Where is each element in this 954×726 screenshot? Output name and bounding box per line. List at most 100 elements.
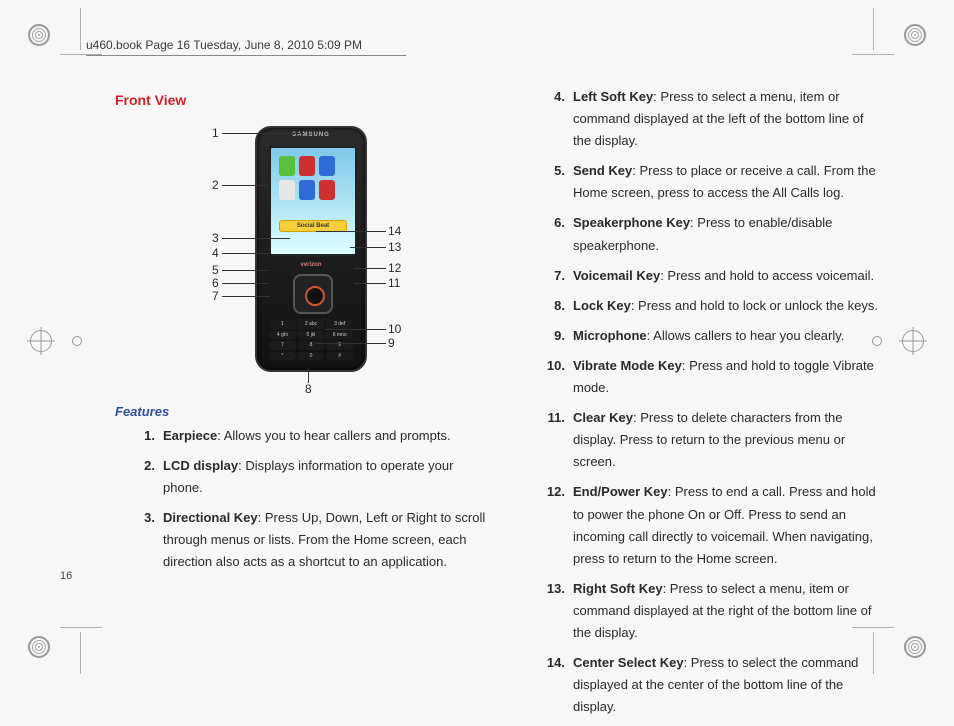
feature-item-1: 1.Earpiece: Allows you to hear callers a…	[145, 425, 495, 447]
feature-item-12: 12.End/Power Key: Press to end a call. P…	[555, 481, 879, 569]
feature-term: Send Key	[573, 163, 632, 178]
feature-desc: : Press and hold to lock or unlock the k…	[631, 298, 878, 313]
app-icon-3	[319, 156, 335, 176]
key-4: 4 ghi	[269, 331, 296, 340]
feature-term: Lock Key	[573, 298, 631, 313]
callout-2: 2	[212, 178, 219, 192]
feature-term: End/Power Key	[573, 484, 668, 499]
reg-mark-ml-inner	[72, 336, 82, 346]
callout-line-11	[354, 283, 386, 284]
callout-5: 5	[212, 263, 219, 277]
feature-item-4: 4.Left Soft Key: Press to select a menu,…	[555, 86, 879, 152]
feature-item-6: 6.Speakerphone Key: Press to enable/disa…	[555, 212, 879, 256]
phone-diagram: SAMSUNG Social Beat verizon	[140, 118, 470, 398]
feature-term: Speakerphone Key	[573, 215, 690, 230]
callout-7: 7	[212, 289, 219, 303]
reg-mark-tl	[28, 24, 50, 46]
page-content: Front View SAMSUNG Social Beat	[115, 78, 879, 622]
feature-num: 6.	[537, 212, 565, 234]
feature-num: 13.	[537, 578, 565, 600]
key-5: 5 jkl	[298, 331, 325, 340]
feature-desc: : Allows callers to hear you clearly.	[647, 328, 845, 343]
app-icon-1	[279, 156, 295, 176]
feature-desc: : Press and hold to access voicemail.	[660, 268, 874, 283]
feature-item-11: 11.Clear Key: Press to delete characters…	[555, 407, 879, 473]
features-list-right: 4.Left Soft Key: Press to select a menu,…	[525, 86, 879, 718]
app-icon-5	[299, 180, 315, 200]
feature-item-8: 8.Lock Key: Press and hold to lock or un…	[555, 295, 879, 317]
key-0: 0	[298, 352, 325, 361]
callout-line-7	[222, 296, 270, 297]
feature-item-2: 2.LCD display: Displays information to o…	[145, 455, 495, 499]
app-icon-4	[279, 180, 295, 200]
crop-bl-h	[60, 627, 102, 628]
feature-term: Voicemail Key	[573, 268, 660, 283]
feature-item-7: 7.Voicemail Key: Press and hold to acces…	[555, 265, 879, 287]
crop-tr-v	[873, 8, 874, 50]
screen-apps	[279, 156, 347, 200]
page-header: u460.book Page 16 Tuesday, June 8, 2010 …	[86, 38, 406, 56]
callout-line-9	[315, 343, 386, 344]
feature-num: 12.	[537, 481, 565, 503]
feature-term: Directional Key	[163, 510, 258, 525]
callout-line-1	[222, 133, 304, 134]
app-icon-2	[299, 156, 315, 176]
phone-keypad: 1 2 abc 3 def 4 ghi 5 jkl 6 mno 7 8 9 * …	[269, 320, 353, 360]
callout-line-13	[350, 247, 386, 248]
callout-line-12	[354, 268, 386, 269]
key-6: 6 mno	[326, 331, 353, 340]
feature-num: 8.	[537, 295, 565, 317]
key-1: 1	[269, 320, 296, 329]
callout-8: 8	[305, 382, 312, 396]
feature-num: 7.	[537, 265, 565, 287]
callout-line-5	[222, 270, 267, 271]
feature-item-3: 3.Directional Key: Press Up, Down, Left …	[145, 507, 495, 573]
key-3: 3 def	[326, 320, 353, 329]
callout-1: 1	[212, 126, 219, 140]
feature-num: 5.	[537, 160, 565, 182]
crop-bl-v	[80, 632, 81, 674]
callout-12: 12	[388, 261, 401, 275]
feature-term: LCD display	[163, 458, 238, 473]
callout-line-6	[222, 283, 268, 284]
callout-11: 11	[388, 276, 400, 290]
callout-line-3	[222, 238, 290, 239]
crop-tl-v	[80, 8, 81, 50]
feature-term: Center Select Key	[573, 655, 684, 670]
key-7: 7	[269, 341, 296, 350]
reg-mark-ml	[30, 330, 52, 352]
reg-mark-br	[904, 636, 926, 658]
feature-term: Left Soft Key	[573, 89, 653, 104]
feature-num: 2.	[127, 455, 155, 477]
callout-line-14	[316, 231, 386, 232]
reg-mark-tr	[904, 24, 926, 46]
key-2: 2 abc	[298, 320, 325, 329]
phone-carrier-label: verizon	[257, 262, 365, 268]
callout-14: 14	[388, 224, 401, 238]
callout-line-8	[308, 368, 309, 383]
feature-term: Clear Key	[573, 410, 633, 425]
reg-mark-mr	[902, 330, 924, 352]
column-right: 4.Left Soft Key: Press to select a menu,…	[525, 78, 879, 726]
reg-mark-bl	[28, 636, 50, 658]
feature-num: 9.	[537, 325, 565, 347]
two-column-layout: Front View SAMSUNG Social Beat	[115, 78, 879, 726]
callout-10: 10	[388, 322, 401, 336]
callout-9: 9	[388, 336, 395, 350]
key-star: *	[269, 352, 296, 361]
heading-front-view: Front View	[115, 92, 495, 108]
feature-num: 11.	[537, 407, 565, 429]
callout-4: 4	[212, 246, 219, 260]
page-number: 16	[60, 570, 72, 582]
feature-num: 1.	[127, 425, 155, 447]
callout-13: 13	[388, 240, 401, 254]
heading-features: Features	[115, 404, 495, 419]
phone-dpad	[293, 274, 333, 314]
features-list-left: 1.Earpiece: Allows you to hear callers a…	[115, 425, 495, 574]
callout-line-2	[222, 185, 268, 186]
feature-num: 14.	[537, 652, 565, 674]
app-icon-6	[319, 180, 335, 200]
feature-term: Right Soft Key	[573, 581, 663, 596]
feature-item-14: 14.Center Select Key: Press to select th…	[555, 652, 879, 718]
feature-item-9: 9.Microphone: Allows callers to hear you…	[555, 325, 879, 347]
